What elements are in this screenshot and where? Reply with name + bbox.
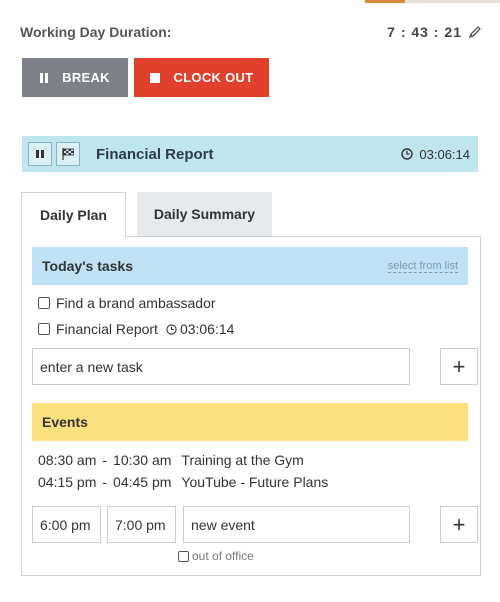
out-of-office-checkbox[interactable] [178, 550, 189, 562]
event-separator: - [102, 452, 108, 468]
current-task-timer: 03:06:14 [401, 147, 470, 162]
event-end: 10:30 am [113, 452, 172, 468]
add-task-button[interactable]: + [440, 348, 478, 385]
pause-icon [40, 72, 49, 83]
task-item: Financial Report 03:06:14 [38, 321, 234, 337]
event-start-value: 6:00 pm [40, 516, 91, 533]
new-event-placeholder: new event [191, 516, 255, 533]
task-checkbox[interactable] [38, 323, 50, 335]
task-checkbox[interactable] [38, 297, 50, 309]
select-from-list-link[interactable]: select from list [387, 260, 458, 273]
events-title: Events [42, 414, 88, 430]
event-end: 04:45 pm [113, 474, 172, 490]
events-header: Events [32, 403, 468, 441]
new-task-input[interactable]: enter a new task [32, 348, 410, 385]
pencil-icon[interactable] [468, 25, 482, 39]
finish-task-button[interactable] [56, 142, 80, 166]
out-of-office-label: out of office [192, 549, 254, 563]
flag-icon [62, 148, 74, 160]
duration-label: Working Day Duration: [20, 24, 172, 40]
break-label: BREAK [62, 70, 110, 85]
todays-tasks-title: Today's tasks [42, 258, 133, 274]
duration-value: 7 : 43 : 21 [387, 24, 462, 40]
tab-daily-plan[interactable]: Daily Plan [21, 192, 126, 237]
clock-out-button[interactable]: CLOCK OUT [134, 58, 269, 97]
out-of-office-option: out of office [178, 549, 254, 563]
event-title: Training at the Gym [181, 452, 304, 468]
current-task-title: Financial Report [96, 145, 214, 163]
event-item: 08:30 am - 10:30 am Training at the Gym [38, 452, 304, 468]
event-separator: - [102, 474, 108, 490]
task-item: Find a brand ambassador [38, 295, 216, 311]
event-start: 08:30 am [38, 452, 97, 468]
new-task-placeholder: enter a new task [40, 358, 143, 375]
top-accent-bar [365, 0, 500, 3]
clock-icon [401, 148, 414, 160]
task-time-value: 03:06:14 [179, 321, 235, 337]
working-day-duration: Working Day Duration: 7 : 43 : 21 [20, 22, 482, 42]
task-label: Find a brand ambassador [56, 295, 216, 311]
event-end-time-input[interactable]: 7:00 pm [107, 506, 176, 543]
stop-icon [149, 72, 160, 83]
pause-icon [36, 150, 44, 158]
tab-daily-summary[interactable]: Daily Summary [137, 192, 272, 236]
task-label: Financial Report [56, 321, 158, 337]
add-event-button[interactable]: + [440, 506, 478, 543]
clock-out-label: CLOCK OUT [173, 70, 254, 85]
todays-tasks-header: Today's tasks select from list [32, 247, 468, 285]
event-start-time-input[interactable]: 6:00 pm [32, 506, 101, 543]
event-start: 04:15 pm [38, 474, 97, 490]
current-task-elapsed: 03:06:14 [419, 146, 470, 162]
event-end-value: 7:00 pm [115, 516, 166, 533]
clock-icon [166, 323, 177, 335]
task-time: 03:06:14 [166, 321, 235, 337]
new-event-input[interactable]: new event [183, 506, 410, 543]
event-title: YouTube - Future Plans [181, 474, 329, 490]
current-task-bar: Financial Report 03:06:14 [22, 136, 478, 172]
event-item: 04:15 pm - 04:45 pm YouTube - Future Pla… [38, 474, 328, 490]
pause-task-button[interactable] [28, 142, 52, 166]
break-button[interactable]: BREAK [22, 58, 128, 97]
